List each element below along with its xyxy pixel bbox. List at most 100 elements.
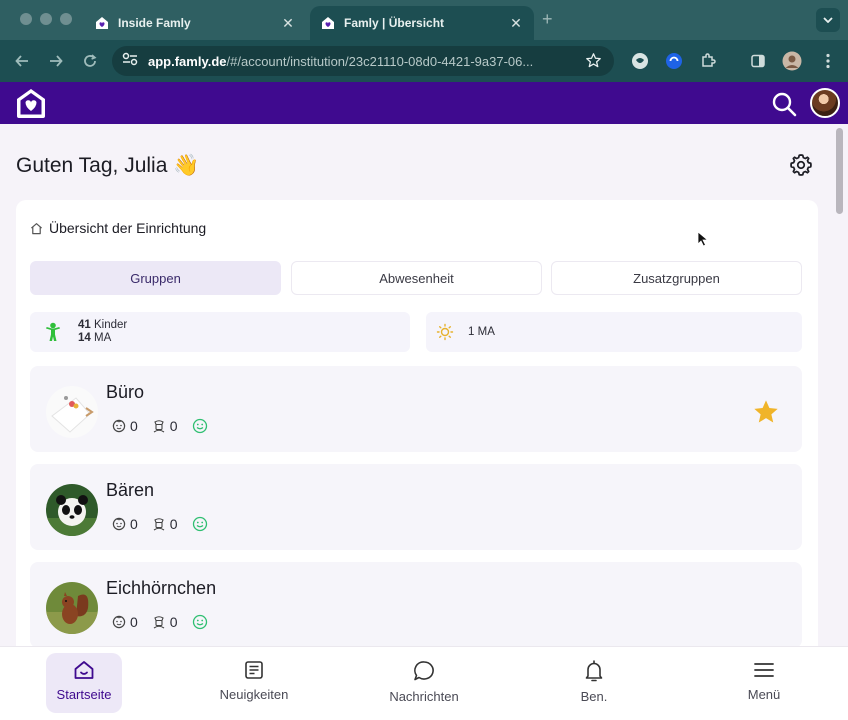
home-icon	[31, 222, 42, 234]
nav-startseite[interactable]: Startseite	[46, 653, 122, 713]
smiley-icon[interactable]	[192, 614, 212, 630]
children-label: Kinder	[94, 319, 128, 331]
user-avatar[interactable]	[810, 88, 840, 118]
forward-arrow-icon[interactable]	[46, 51, 66, 71]
address-bar[interactable]: app.famly.de/#/account/institution/23c21…	[112, 46, 614, 76]
main-content: Guten Tag, Julia 👋 Übersicht der Einrich…	[0, 124, 848, 646]
children-present-count: 0	[130, 516, 138, 532]
smiley-icon[interactable]	[192, 418, 212, 434]
reload-icon[interactable]	[80, 51, 100, 71]
bottom-navigation: Startseite Neuigkeiten Nachrichten Ben. …	[0, 646, 848, 720]
institution-overview-card: Übersicht der Einrichtung Gruppen Abwese…	[16, 200, 818, 646]
staff-label: MA	[94, 332, 112, 344]
smiley-icon[interactable]	[192, 516, 212, 532]
nav-label: Ben.	[580, 689, 608, 704]
tab-close-icon[interactable]: ✕	[508, 15, 524, 32]
settings-gear-icon[interactable]	[788, 152, 814, 178]
nav-menue[interactable]: Menü	[704, 653, 824, 713]
url-text: app.famly.de/#/account/institution/23c21…	[148, 54, 576, 69]
breadcrumb: Übersicht der Einrichtung	[30, 220, 206, 236]
nav-label: Menü	[747, 687, 781, 702]
profile-avatar-icon[interactable]	[782, 51, 802, 71]
children-present-count: 0	[130, 418, 138, 434]
back-arrow-icon[interactable]	[12, 51, 32, 71]
group-avatar-eichhoernchen	[46, 582, 98, 634]
staff-icon	[153, 616, 165, 629]
site-settings-icon[interactable]	[122, 52, 138, 71]
nav-label: Startseite	[56, 687, 112, 702]
staff-present-count: 0	[169, 418, 178, 434]
browser-tab-famly-uebersicht[interactable]: Famly | Übersicht ✕	[310, 6, 534, 40]
hamburger-menu-icon	[754, 663, 774, 677]
nav-benachrichtigungen[interactable]: Ben.	[534, 653, 654, 713]
browser-tab-inside-famly[interactable]: Inside Famly ✕	[84, 6, 306, 40]
group-counts: 0 0	[112, 516, 226, 532]
bell-icon	[585, 660, 603, 682]
page-scrollbar[interactable]	[836, 128, 843, 214]
search-icon[interactable]	[770, 90, 798, 118]
child-figure-icon	[46, 322, 60, 341]
url-path: /#/account/institution/23c21110-08d0-442…	[226, 53, 534, 69]
children-present-chip: 0	[112, 418, 138, 434]
famly-favicon-icon	[320, 15, 336, 31]
breadcrumb-label: Übersicht der Einrichtung	[49, 220, 207, 236]
app-header	[0, 82, 848, 124]
stat-children-staff: 41 Kinder 14 MA	[30, 312, 410, 352]
staff-count: 14	[78, 332, 91, 344]
window-minimize-dot[interactable]	[40, 13, 52, 25]
staff-present-chip: 0	[152, 614, 178, 630]
children-count: 41	[78, 319, 91, 331]
chat-bubble-icon	[414, 661, 434, 681]
segment-abwesenheit[interactable]: Abwesenheit	[291, 261, 542, 295]
window-close-dot[interactable]	[20, 13, 32, 25]
favorite-star-icon[interactable]	[752, 398, 780, 426]
window-zoom-dot[interactable]	[60, 13, 72, 25]
tab-close-icon[interactable]: ✕	[280, 15, 296, 32]
page-greeting: Guten Tag, Julia 👋	[16, 154, 200, 177]
children-present-count: 0	[130, 614, 138, 630]
staff-icon	[153, 420, 165, 433]
new-tab-icon[interactable]: +	[542, 9, 553, 30]
staff-present-chip: 0	[152, 516, 178, 532]
group-card-baeren[interactable]: Bären 0 0	[30, 464, 802, 550]
child-face-icon	[112, 517, 126, 531]
group-avatar-baeren	[46, 484, 98, 536]
staff-present-count: 0	[169, 516, 178, 532]
extensions-puzzle-icon[interactable]	[698, 51, 718, 71]
child-face-icon	[112, 615, 126, 629]
url-host: app.famly.de	[148, 53, 227, 69]
famly-logo-icon[interactable]	[14, 87, 48, 119]
nav-neuigkeiten[interactable]: Neuigkeiten	[194, 653, 314, 713]
browser-menu-kebab-icon[interactable]	[818, 51, 838, 71]
segment-zusatzgruppen[interactable]: Zusatzgruppen	[551, 261, 802, 295]
stat-sun-staff: 1 MA	[426, 312, 802, 352]
group-avatar-buero	[46, 386, 98, 438]
mouse-pointer-icon	[697, 231, 709, 247]
group-counts: 0 0	[112, 418, 226, 434]
nav-label: Neuigkeiten	[219, 687, 289, 702]
sun-icon	[436, 323, 454, 341]
group-card-eichhoernchen[interactable]: Eichhörnchen 0 0	[30, 562, 802, 646]
famly-favicon-icon	[94, 15, 110, 31]
extension-blue-icon[interactable]	[664, 51, 684, 71]
staff-present-chip: 0	[152, 418, 178, 434]
group-name: Bären	[106, 480, 155, 500]
nav-nachrichten[interactable]: Nachrichten	[364, 653, 484, 713]
group-name: Eichhörnchen	[106, 578, 217, 598]
children-present-chip: 0	[112, 516, 138, 532]
children-present-chip: 0	[112, 614, 138, 630]
child-face-icon	[112, 419, 126, 433]
staff-icon	[153, 518, 165, 531]
nav-label: Nachrichten	[389, 689, 459, 704]
extension-mask-icon[interactable]	[630, 51, 650, 71]
side-panel-icon[interactable]	[748, 51, 768, 71]
newspaper-icon	[245, 661, 263, 679]
browser-tab-bar: Inside Famly ✕ Famly | Übersicht ✕ +	[0, 0, 848, 40]
sun-label: MA	[477, 325, 495, 338]
staff-present-count: 0	[169, 614, 178, 630]
tab-title: Famly | Übersicht	[344, 16, 445, 30]
bookmark-star-icon[interactable]	[585, 52, 602, 74]
group-card-buero[interactable]: Büro 0 0	[30, 366, 802, 452]
segment-gruppen[interactable]: Gruppen	[30, 261, 281, 295]
tab-search-chevron-icon[interactable]	[816, 8, 840, 32]
